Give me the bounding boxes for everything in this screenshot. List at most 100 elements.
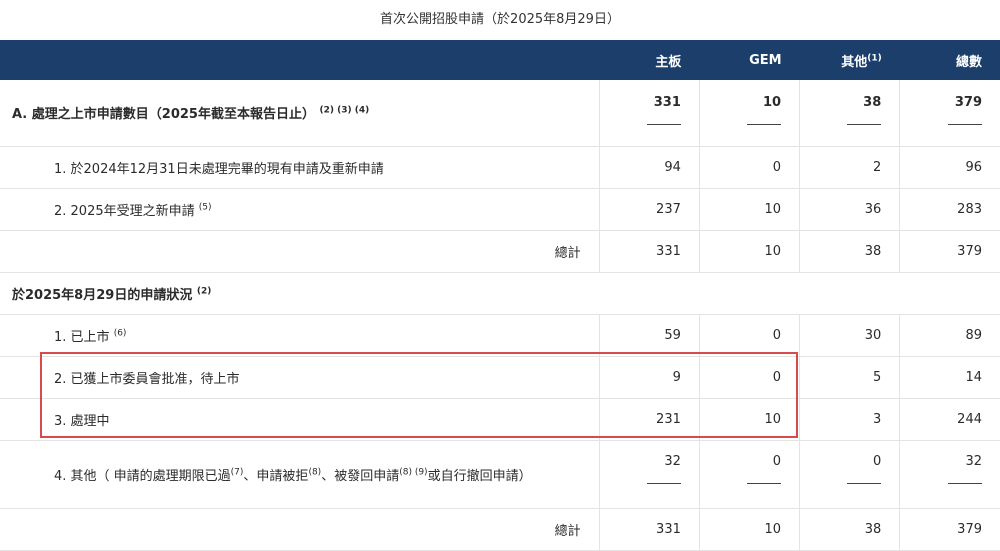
cell-other: 38 — [799, 508, 900, 551]
cell-total: 89 — [899, 314, 1000, 357]
cell-main: 237 — [598, 188, 700, 231]
row-label-text: 2. 2025年受理之新申請 — [54, 203, 195, 219]
table-row: 4. 其他（ 申請的處理期限已過(7)、申請被拒(8)、被發回申請(8) (9)… — [0, 440, 1000, 509]
cell-value: 331 — [653, 95, 681, 110]
row-label-text: 1. 於2024年12月31日未處理完畢的現有申請及重新申請 — [54, 161, 384, 177]
underline — [847, 482, 882, 484]
header-other-label: 其他 — [841, 54, 868, 70]
underline — [847, 124, 882, 125]
footnote-ref: (1) — [867, 53, 882, 64]
underline — [747, 124, 782, 125]
cell-value: 10 — [762, 95, 782, 110]
cell-other: 36 — [799, 188, 900, 231]
underline — [948, 482, 982, 484]
cell-other: 38 — [799, 230, 900, 273]
cell-main: 59 — [598, 314, 700, 357]
cell-gem: 0 — [698, 440, 800, 509]
table-caption: 首次公開招股申請（於2025年8月29日） — [380, 12, 620, 27]
header-main-board: 主板 — [655, 54, 682, 70]
row-label: 4. 其他（ 申請的處理期限已過(7)、申請被拒(8)、被發回申請(8) (9)… — [0, 440, 600, 509]
underline — [646, 124, 681, 125]
footnote-ref: (8) (9) — [399, 467, 428, 478]
row-label: 1. 於2024年12月31日未處理完畢的現有申請及重新申請 — [0, 146, 600, 189]
footnote-ref: (2) (3) (4) — [319, 105, 370, 116]
underline — [747, 482, 782, 484]
cell-gem: 0 — [698, 146, 800, 189]
cell-value: 38 — [863, 95, 882, 110]
cell-main: 331 — [598, 508, 700, 551]
cell-value: 32 — [965, 453, 982, 469]
cell-total: 379 — [899, 508, 1000, 551]
cell-other: 30 — [799, 314, 900, 357]
row-label-text: 2. 已獲上市委員會批准，待上市 — [54, 371, 240, 387]
cell-total: 14 — [899, 356, 1000, 399]
ipo-applications-table: 首次公開招股申請（於2025年8月29日） 主板 GEM 其他(1) 總數 A.… — [0, 0, 1000, 551]
row-label-text: 、被發回申請 — [321, 468, 400, 484]
table-row: 2. 已獲上市委員會批准，待上市 9 0 5 14 — [0, 356, 1000, 399]
total-row: 總計 331 10 38 379 — [0, 508, 1000, 551]
cell-gem: 10 — [698, 188, 800, 231]
cell-gem: 10 — [698, 230, 800, 273]
cell-other: 38 — [799, 80, 900, 147]
row-label-text: 4. 其他（ 申請的處理期限已過 — [54, 468, 231, 484]
cell-main: 9 — [598, 356, 700, 399]
section-a-row: A. 處理之上市申請數目（2025年截至本報告日止） (2) (3) (4) 3… — [0, 80, 1000, 147]
section-a-label: A. 處理之上市申請數目（2025年截至本報告日止） (2) (3) (4) — [0, 80, 600, 147]
row-label-text: 3. 處理中 — [54, 413, 110, 429]
cell-other: 3 — [799, 398, 900, 441]
cell-main: 231 — [598, 398, 700, 441]
cell-other: 0 — [799, 440, 900, 509]
row-label: 3. 處理中 — [0, 398, 600, 441]
footnote-ref: (8) — [308, 467, 322, 478]
row-label: 1. 已上市 (6) — [0, 314, 600, 357]
footnote-ref: (2) — [196, 286, 212, 297]
total-label: 總計 — [0, 230, 600, 273]
header-total: 總數 — [955, 54, 982, 70]
header-blank — [0, 40, 599, 80]
cell-gem: 0 — [698, 356, 800, 399]
table-row: 2. 2025年受理之新申請 (5) 237 10 36 283 — [0, 188, 1000, 231]
row-label-text: 、申請被拒 — [243, 468, 309, 484]
section-b-label: 於2025年8月29日的申請狀況 (2) — [0, 272, 1000, 315]
section-a-year: 2025 — [161, 107, 198, 123]
cell-other: 2 — [799, 146, 900, 189]
cell-gem: 10 — [698, 508, 800, 551]
cell-main: 32 — [598, 440, 700, 509]
cell-main: 94 — [598, 146, 700, 189]
cell-value: 0 — [772, 453, 782, 469]
cell-other: 5 — [799, 356, 900, 399]
table-row: 3. 處理中 231 10 3 244 — [0, 398, 1000, 441]
section-b-text: 於2025年8月29日的申請狀況 — [12, 287, 193, 303]
cell-gem: 10 — [698, 398, 800, 441]
row-label: 2. 已獲上市委員會批准，待上市 — [0, 356, 600, 399]
cell-gem: 10 — [698, 80, 800, 147]
footnote-ref: (6) — [113, 328, 127, 339]
section-b-row: 於2025年8月29日的申請狀況 (2) — [0, 272, 1000, 315]
cell-total: 379 — [899, 230, 1000, 273]
cell-main: 331 — [598, 80, 700, 147]
cell-value: 379 — [954, 95, 982, 110]
cell-gem: 0 — [698, 314, 800, 357]
row-label-text: 1. 已上市 — [54, 329, 110, 345]
cell-total: 283 — [899, 188, 1000, 231]
section-a-text-rest: 年截至本報告日止） — [197, 107, 315, 123]
header-row: 主板 GEM 其他(1) 總數 — [0, 40, 1000, 80]
underline — [948, 124, 982, 125]
table-row: 1. 已上市 (6) 59 0 30 89 — [0, 314, 1000, 357]
data-table: 主板 GEM 其他(1) 總數 A. 處理之上市申請數目（2025年截至本報告日… — [0, 40, 1000, 551]
cell-value: 0 — [872, 453, 882, 469]
row-label-text: 或自行撤回申請） — [427, 468, 532, 484]
cell-total: 379 — [899, 80, 1000, 147]
total-label: 總計 — [0, 508, 600, 551]
cell-total: 96 — [899, 146, 1000, 189]
row-label: 2. 2025年受理之新申請 (5) — [0, 188, 600, 231]
cell-main: 331 — [598, 230, 700, 273]
footnote-ref: (5) — [198, 202, 212, 213]
footnote-ref: (7) — [230, 467, 244, 478]
section-a-text: A. 處理之上市申請數目（ — [12, 107, 162, 123]
cell-value: 32 — [664, 453, 681, 469]
header-gem: GEM — [749, 52, 782, 68]
cell-total: 244 — [899, 398, 1000, 441]
cell-total: 32 — [899, 440, 1000, 509]
underline — [646, 482, 681, 484]
